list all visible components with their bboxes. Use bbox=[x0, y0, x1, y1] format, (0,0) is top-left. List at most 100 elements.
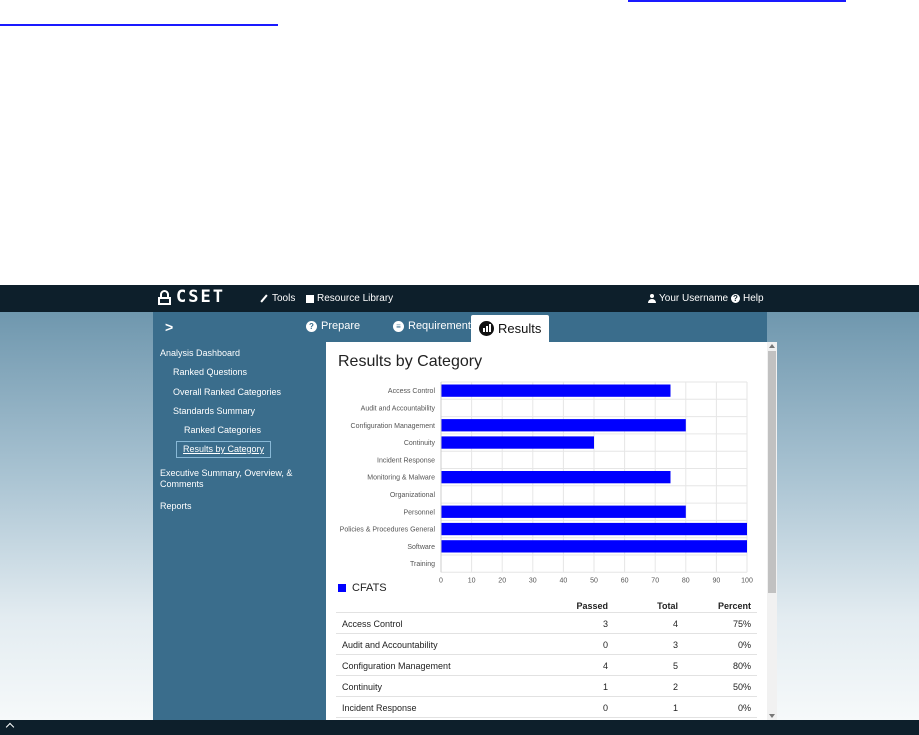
cell-category: Incident Response bbox=[342, 703, 417, 713]
x-tick-label: 80 bbox=[682, 577, 690, 584]
x-tick-label: 40 bbox=[560, 577, 568, 584]
cell-percent: 0% bbox=[737, 703, 751, 713]
y-category-label: Organizational bbox=[390, 492, 436, 499]
user-menu[interactable]: Your Username bbox=[648, 293, 728, 304]
x-tick-label: 70 bbox=[651, 577, 659, 584]
top-link-underline[interactable] bbox=[628, 0, 846, 2]
sidebar-item-reports[interactable]: Reports bbox=[160, 501, 192, 512]
y-category-label: Incident Response bbox=[377, 457, 435, 464]
cell-total: 5 bbox=[672, 661, 678, 671]
header-percent: Percent bbox=[717, 601, 751, 611]
table-row: Continuity 1 2 50% bbox=[336, 676, 757, 697]
bottom-bar bbox=[0, 720, 919, 735]
header-total: Total bbox=[657, 601, 678, 611]
sidebar-item-standards-summary[interactable]: Standards Summary bbox=[173, 406, 255, 417]
x-tick-label: 100 bbox=[741, 577, 753, 584]
sidebar-item-results-by-category[interactable]: Results by Category bbox=[176, 441, 272, 458]
content-scrollbar[interactable] bbox=[767, 342, 777, 720]
top-nav: CSET Tools Resource Library Your Usernam… bbox=[0, 285, 919, 312]
x-tick-label: 30 bbox=[529, 577, 537, 584]
header-passed: Passed bbox=[576, 601, 608, 611]
tab-requirements[interactable]: ≡ Requirements bbox=[393, 320, 476, 332]
sidebar-item-ranked-questions[interactable]: Ranked Questions bbox=[173, 367, 247, 378]
cell-total: 3 bbox=[672, 640, 678, 650]
x-tick-label: 60 bbox=[621, 577, 629, 584]
resource-library-link[interactable]: Resource Library bbox=[306, 293, 393, 304]
question-icon: ? bbox=[731, 294, 740, 303]
results-bar-chart: 0 10 20 30 40 50 60 70 80 90 100 Access Control Audi… bbox=[340, 381, 753, 584]
x-tick-label: 20 bbox=[498, 577, 506, 584]
bar bbox=[441, 471, 671, 484]
sidebar-item-overall-ranked-categories[interactable]: Overall Ranked Categories bbox=[173, 387, 281, 398]
y-category-label: Monitoring & Malware bbox=[367, 475, 435, 482]
wrench-icon bbox=[260, 294, 269, 303]
sidebar-item-label: Executive Summary, Overview, & bbox=[160, 468, 293, 478]
cell-passed: 3 bbox=[602, 619, 608, 629]
help-label: Help bbox=[743, 293, 764, 304]
cell-passed: 0 bbox=[602, 703, 608, 713]
top-links bbox=[0, 0, 919, 30]
bar-chart-icon bbox=[479, 321, 494, 336]
page-title: Results by Category bbox=[338, 353, 483, 370]
cset-app: CSET Tools Resource Library Your Usernam… bbox=[0, 285, 919, 735]
results-table: Passed Total Percent Access Control 3 4 75%… bbox=[336, 599, 757, 718]
sidebar-toggle-chevron-icon[interactable]: > bbox=[165, 319, 173, 335]
table-row: Incident Response 0 1 0% bbox=[336, 697, 757, 718]
help-link[interactable]: ? Help bbox=[731, 293, 764, 304]
cell-category: Access Control bbox=[342, 619, 403, 629]
bar bbox=[441, 522, 747, 536]
tab-bar: > ? Prepare ≡ Requirements Results bbox=[153, 312, 767, 342]
scrollbar-thumb[interactable] bbox=[768, 351, 776, 593]
tab-results-label: Results bbox=[498, 321, 542, 336]
cell-passed: 4 bbox=[602, 661, 608, 671]
tab-results[interactable]: Results bbox=[471, 315, 550, 342]
tools-menu[interactable]: Tools bbox=[260, 293, 295, 304]
y-category-label: Audit and Accountability bbox=[361, 405, 436, 412]
bar bbox=[441, 540, 747, 553]
cell-category: Configuration Management bbox=[342, 661, 451, 671]
resource-library-label: Resource Library bbox=[317, 293, 394, 304]
y-category-label: Software bbox=[407, 544, 435, 551]
top-link-underline[interactable] bbox=[0, 24, 278, 26]
table-row: Access Control 3 4 75% bbox=[336, 613, 757, 634]
x-tick-label: 0 bbox=[439, 577, 443, 584]
x-tick-label: 50 bbox=[590, 577, 598, 584]
y-category-label: Configuration Management bbox=[351, 423, 435, 430]
legend-swatch bbox=[338, 584, 346, 592]
bar bbox=[441, 419, 686, 432]
sidebar-item-analysis-dashboard[interactable]: Analysis Dashboard bbox=[160, 348, 240, 359]
user-icon bbox=[648, 294, 656, 303]
tab-requirements-label: Requirements bbox=[408, 320, 477, 332]
cell-percent: 80% bbox=[732, 661, 751, 671]
cell-category: Audit and Accountability bbox=[342, 640, 438, 650]
tools-label: Tools bbox=[272, 293, 296, 304]
cell-total: 4 bbox=[672, 619, 678, 629]
table-header-row: Passed Total Percent bbox=[336, 599, 757, 613]
cset-logo[interactable]: CSET bbox=[158, 289, 225, 306]
bar bbox=[441, 505, 686, 518]
chart-legend: CFATS bbox=[338, 582, 387, 594]
tab-prepare[interactable]: ? Prepare bbox=[306, 320, 360, 332]
sidebar-item-label: Comments bbox=[160, 479, 204, 489]
cell-percent: 0% bbox=[737, 640, 751, 650]
bar bbox=[441, 384, 671, 397]
tab-prepare-label: Prepare bbox=[321, 320, 361, 332]
scroll-down-arrow-icon[interactable] bbox=[769, 714, 775, 718]
cell-total: 2 bbox=[672, 682, 678, 692]
y-category-label: Personnel bbox=[403, 509, 435, 516]
y-category-label: Training bbox=[410, 561, 435, 568]
scroll-up-arrow-icon[interactable] bbox=[769, 344, 775, 348]
legend-label: CFATS bbox=[352, 582, 387, 594]
book-icon bbox=[306, 294, 314, 303]
y-category-label: Continuity bbox=[404, 440, 436, 447]
chevron-up-icon[interactable] bbox=[5, 722, 15, 732]
logo-text: CSET bbox=[176, 287, 225, 307]
y-category-label: Access Control bbox=[388, 388, 436, 395]
sidebar-item-executive-summary[interactable]: Executive Summary, Overview, & Comments bbox=[160, 468, 292, 490]
lock-icon bbox=[158, 290, 171, 305]
x-tick-label: 10 bbox=[468, 577, 476, 584]
sidebar-item-ranked-categories[interactable]: Ranked Categories bbox=[184, 425, 261, 436]
cell-percent: 50% bbox=[732, 682, 751, 692]
table-row: Configuration Management 4 5 80% bbox=[336, 655, 757, 676]
cell-passed: 0 bbox=[602, 640, 608, 650]
